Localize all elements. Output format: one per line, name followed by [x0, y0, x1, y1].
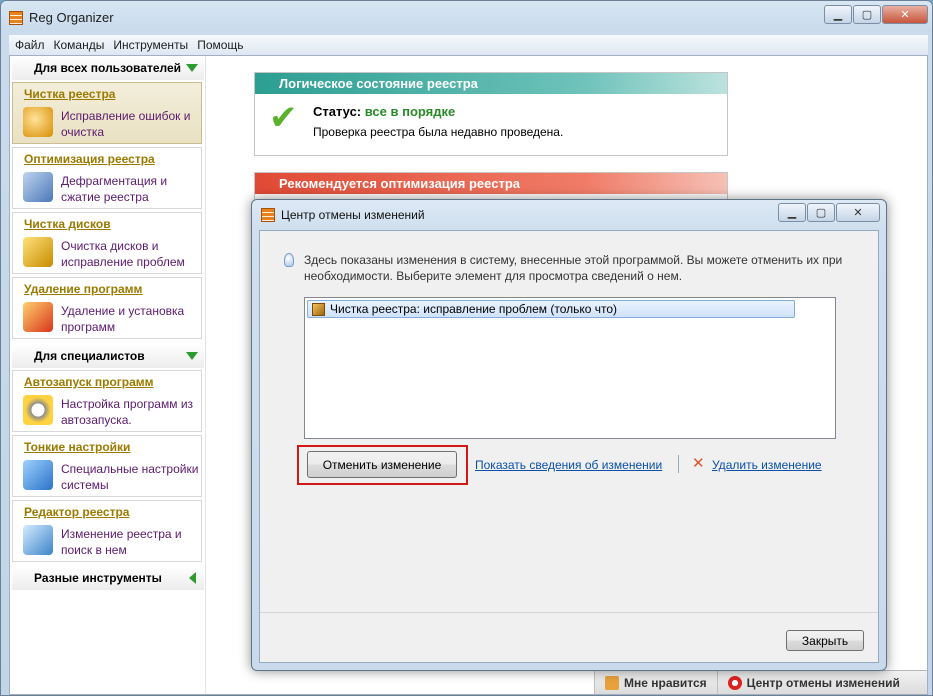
- registry-clean-icon: [23, 107, 53, 137]
- sidebar-item-registry-cleaning[interactable]: Чистка реестра Исправление ошибок и очис…: [12, 82, 202, 144]
- expand-arrow-icon: [186, 352, 198, 360]
- sidebar-item-title: Удаление программ: [24, 282, 143, 296]
- sidebar-item-autorun[interactable]: Автозапуск программ Настройка программ и…: [12, 370, 202, 432]
- sidebar-item-disk-cleaning[interactable]: Чистка дисков Очистка дисков и исправлен…: [12, 212, 202, 274]
- status-subtext: Проверка реестра была недавно проведена.: [313, 125, 564, 139]
- undo-center-label: Центр отмены изменений: [746, 675, 900, 690]
- dialog-minimize-button[interactable]: ▁: [778, 203, 806, 222]
- registry-optimize-icon: [23, 172, 53, 202]
- package-icon: [312, 302, 325, 316]
- sidebar-item-desc: Настройка программ из автозапуска.: [61, 397, 194, 427]
- sidebar-item-desc: Изменение реестра и поиск в нем: [61, 527, 182, 557]
- sidebar-item-title: Редактор реестра: [24, 505, 130, 519]
- sidebar-item-desc: Специальные настройки системы: [61, 462, 199, 492]
- sidebar-item-desc: Удаление и установка программ: [61, 304, 185, 334]
- menu-file[interactable]: Файл: [15, 38, 45, 52]
- expand-arrow-icon: [186, 64, 198, 72]
- window-title: Reg Organizer: [29, 10, 114, 25]
- sidebar-item-desc: Исправление ошибок и очистка: [61, 109, 191, 139]
- sidebar-item-title: Автозапуск программ: [24, 375, 154, 389]
- dialog-title: Центр отмены изменений: [281, 208, 425, 222]
- status-value: все в порядке: [364, 104, 456, 119]
- show-details-link[interactable]: Показать сведения об изменении: [475, 458, 662, 472]
- group-misc-tools[interactable]: Разные инструменты: [12, 566, 204, 590]
- delete-change-link[interactable]: Удалить изменение: [712, 458, 822, 472]
- registry-editor-icon: [23, 525, 53, 555]
- menu-help[interactable]: Помощь: [197, 38, 243, 52]
- list-item-label: Чистка реестра: исправление проблем (тол…: [330, 302, 618, 316]
- sidebar-item-uninstall[interactable]: Удаление программ Удаление и установка п…: [12, 277, 202, 339]
- sidebar-item-desc: Очистка дисков и исправление проблем: [61, 239, 185, 269]
- lightbulb-icon: [284, 253, 294, 267]
- undo-center-button[interactable]: Центр отмены изменений: [716, 671, 910, 694]
- tweaks-icon: [23, 460, 53, 490]
- status-label: Статус:: [313, 104, 362, 119]
- like-button[interactable]: Мне нравится: [594, 671, 717, 694]
- menu-tools[interactable]: Инструменты: [113, 38, 188, 52]
- like-label: Мне нравится: [624, 675, 707, 690]
- status-line: Статус: все в порядке: [313, 104, 455, 119]
- collapse-arrow-icon: [189, 572, 196, 584]
- menu-commands[interactable]: Команды: [54, 38, 105, 52]
- sidebar-item-title: Оптимизация реестра: [24, 152, 155, 166]
- menu-bar: Файл Команды Инструменты Помощь: [9, 35, 928, 55]
- dialog-app-icon: [261, 208, 275, 222]
- group-misc-tools-label: Разные инструменты: [34, 571, 162, 585]
- group-all-users[interactable]: Для всех пользователей: [12, 56, 204, 80]
- close-window-button[interactable]: ✕: [882, 5, 928, 24]
- changes-list[interactable]: Чистка реестра: исправление проблем (тол…: [304, 297, 836, 439]
- sidebar-item-title: Чистка дисков: [24, 217, 111, 231]
- undo-center-dialog: Центр отмены изменений ▁ ▢ ✕ Здесь показ…: [251, 199, 887, 671]
- sidebar-item-registry-editor[interactable]: Редактор реестра Изменение реестра и пои…: [12, 500, 202, 562]
- minimize-button[interactable]: ▁: [824, 5, 852, 24]
- registry-status-panel: Логическое состояние реестра ✔ Статус: в…: [254, 72, 728, 156]
- list-item[interactable]: Чистка реестра: исправление проблем (тол…: [307, 300, 795, 318]
- checkmark-icon: ✔: [269, 99, 298, 137]
- lifebuoy-icon: [727, 675, 742, 690]
- sidebar-item-title: Чистка реестра: [24, 87, 116, 101]
- maximize-button[interactable]: ▢: [853, 5, 881, 24]
- thumbs-up-icon: [605, 675, 619, 690]
- sidebar-item-tweaks[interactable]: Тонкие настройки Специальные настройки с…: [12, 435, 202, 497]
- sidebar-item-desc: Дефрагментация и сжатие реестра: [61, 174, 168, 204]
- group-specialists-label: Для специалистов: [34, 349, 145, 363]
- disk-clean-icon: [23, 237, 53, 267]
- title-bar[interactable]: Reg Organizer ▁ ▢ ✕: [1, 1, 932, 33]
- close-button[interactable]: Закрыть: [786, 630, 864, 651]
- uninstall-icon: [23, 302, 53, 332]
- group-specialists[interactable]: Для специалистов: [12, 344, 204, 368]
- autorun-icon: [23, 395, 53, 425]
- group-all-users-label: Для всех пользователей: [34, 61, 182, 75]
- sidebar: Для всех пользователей Чистка реестра Ис…: [10, 56, 206, 694]
- undo-change-button[interactable]: Отменить изменение: [307, 451, 457, 478]
- sidebar-item-title: Тонкие настройки: [24, 440, 131, 454]
- panel-header: Логическое состояние реестра: [255, 73, 727, 94]
- delete-x-icon[interactable]: ✕: [692, 456, 705, 471]
- panel-header: Рекомендуется оптимизация реестра: [255, 173, 727, 194]
- dialog-close-button[interactable]: ✕: [836, 203, 880, 222]
- status-bar: Мне нравится Центр отмены изменений: [594, 670, 927, 694]
- app-icon: [9, 11, 23, 25]
- separator: [678, 455, 679, 473]
- dialog-maximize-button[interactable]: ▢: [807, 203, 835, 222]
- sidebar-item-registry-optimization[interactable]: Оптимизация реестра Дефрагментация и сжа…: [12, 147, 202, 209]
- dialog-info-text: Здесь показаны изменения в систему, внес…: [304, 253, 843, 283]
- dialog-body: Здесь показаны изменения в систему, внес…: [259, 230, 879, 663]
